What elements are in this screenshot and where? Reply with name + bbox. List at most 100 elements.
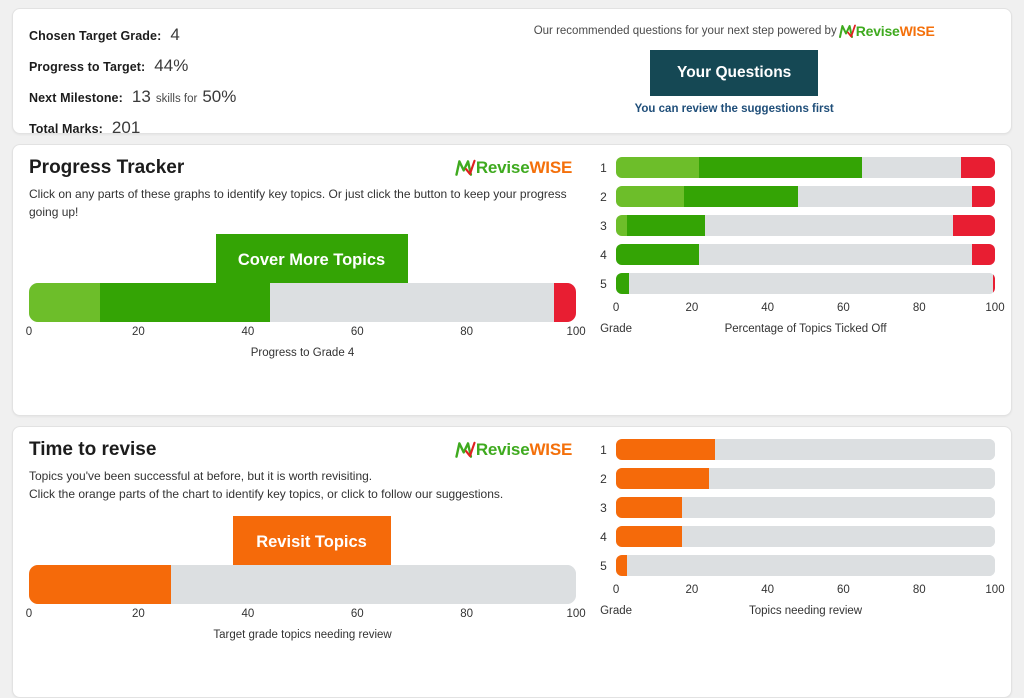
grade-bar-row[interactable]: 4 [600,526,995,547]
x-axis-label: Topics needing review [616,605,995,617]
target-grade-review-chart: 020406080100 Target grade topics needing… [29,565,576,641]
bar-segment[interactable] [684,186,798,207]
bar-segment[interactable] [862,157,961,178]
summary-review-note[interactable]: You can review the suggestions first [635,103,834,115]
bar-segment[interactable] [171,565,576,604]
x-axis-ticks: 020406080100 [616,584,995,599]
axis-tick: 60 [351,608,364,620]
bar-segment[interactable] [705,215,953,236]
time-to-revise-card: Time to revise ReviseWISE Topics you've … [12,426,1012,698]
bar-segment[interactable] [715,439,995,460]
grade-bar-row[interactable]: 5 [600,555,995,576]
grade-bars-orange: 1 2 3 4 5 [600,439,995,576]
bar-segment[interactable] [616,157,699,178]
logo-wise-text: WISE [529,440,572,460]
bar-segment[interactable] [709,468,995,489]
x-axis-label: Percentage of Topics Ticked Off [616,323,995,335]
grade-label: 4 [600,248,616,262]
logo-revise-text: Revise [476,440,530,460]
grade-bar-row[interactable]: 3 [600,497,995,518]
cover-more-topics-button[interactable]: Cover More Topics [216,234,408,287]
time-to-revise-right: 12345 020406080100 Grade Topics needing … [594,439,995,685]
bar-track[interactable] [616,439,995,460]
bar-segment[interactable] [616,273,629,294]
bar-segment[interactable] [616,497,682,518]
bar-segment[interactable] [682,526,995,547]
bar-segment[interactable] [554,283,576,322]
bar-track[interactable] [29,565,576,604]
bar-track[interactable] [616,273,995,294]
revisit-topics-button[interactable]: Revisit Topics [233,516,391,569]
grade-bar-row[interactable]: 4 [600,244,995,265]
bar-segment[interactable] [993,273,995,294]
grade-bar-row[interactable]: 2 [600,468,995,489]
axis-tick: 80 [913,302,926,314]
bar-track[interactable] [616,215,995,236]
bar-segment[interactable] [616,186,684,207]
bar-segment[interactable] [699,157,862,178]
stat-label: Chosen Target Grade: [29,29,161,43]
bar-track[interactable] [616,186,995,207]
bar-track[interactable] [616,157,995,178]
grade-bar-row[interactable]: 1 [600,157,995,178]
your-questions-button[interactable]: Your Questions [650,50,818,96]
grade-label: 5 [600,559,616,573]
revisewise-logo: ReviseWISE [455,440,572,460]
axis-captions: Grade Topics needing review [600,605,995,617]
bar-segment[interactable] [699,244,972,265]
grade-bar-row[interactable]: 5 [600,273,995,294]
bar-track[interactable] [616,555,995,576]
bar-segment[interactable] [616,555,627,576]
stat-label: Progress to Target: [29,60,145,74]
y-axis-label: Grade [600,605,616,617]
grade-label: 3 [600,501,616,515]
bar-segment[interactable] [616,244,699,265]
axis-tick: 80 [460,608,473,620]
axis-tick: 60 [837,302,850,314]
bar-track[interactable] [616,497,995,518]
recommendation-line: Our recommended questions for your next … [534,23,935,39]
progress-to-grade-bar[interactable] [29,283,576,322]
bar-segment[interactable] [629,273,993,294]
bar-segment[interactable] [100,283,270,322]
axis-tick: 40 [241,326,254,338]
bar-segment[interactable] [682,497,995,518]
x-axis-ticks: 020406080100 [616,302,995,317]
axis-tick: 80 [460,326,473,338]
bar-segment[interactable] [972,244,995,265]
bar-track[interactable] [616,468,995,489]
bar-segment[interactable] [798,186,972,207]
target-grade-review-bar[interactable] [29,565,576,604]
bar-segment[interactable] [961,157,995,178]
stat-chosen-target-grade: Chosen Target Grade: 4 [29,25,473,45]
bar-segment[interactable] [616,215,627,236]
axis-tick: 80 [913,584,926,596]
bar-track[interactable] [616,244,995,265]
bar-segment[interactable] [270,283,554,322]
bar-segment[interactable] [627,555,995,576]
bar-track[interactable] [616,526,995,547]
bar-segment[interactable] [972,186,995,207]
y-axis-label: Grade [600,323,616,335]
axis-tick: 60 [351,326,364,338]
bar-segment[interactable] [616,439,715,460]
bar-track[interactable] [29,283,576,322]
bar-segment[interactable] [616,468,709,489]
progress-tracker-header: Progress Tracker ReviseWISE [29,157,594,179]
x-axis-ticks: 020406080100 [29,326,576,341]
grade-bar-row[interactable]: 1 [600,439,995,460]
axis-tick: 0 [613,302,619,314]
grade-bar-row[interactable]: 2 [600,186,995,207]
grade-bar-row[interactable]: 3 [600,215,995,236]
progress-tracker-description: Click on any parts of these graphs to id… [29,186,574,222]
bar-segment[interactable] [29,283,100,322]
bar-segment[interactable] [627,215,705,236]
axis-tick: 0 [613,584,619,596]
axis-tick: 20 [132,326,145,338]
stat-progress-to-target: Progress to Target: 44% [29,56,473,76]
summary-card: Chosen Target Grade: 4 Progress to Targe… [12,8,1012,134]
bar-segment[interactable] [616,526,682,547]
recommendation-text: Our recommended questions for your next … [534,25,837,37]
bar-segment[interactable] [29,565,171,604]
bar-segment[interactable] [953,215,995,236]
